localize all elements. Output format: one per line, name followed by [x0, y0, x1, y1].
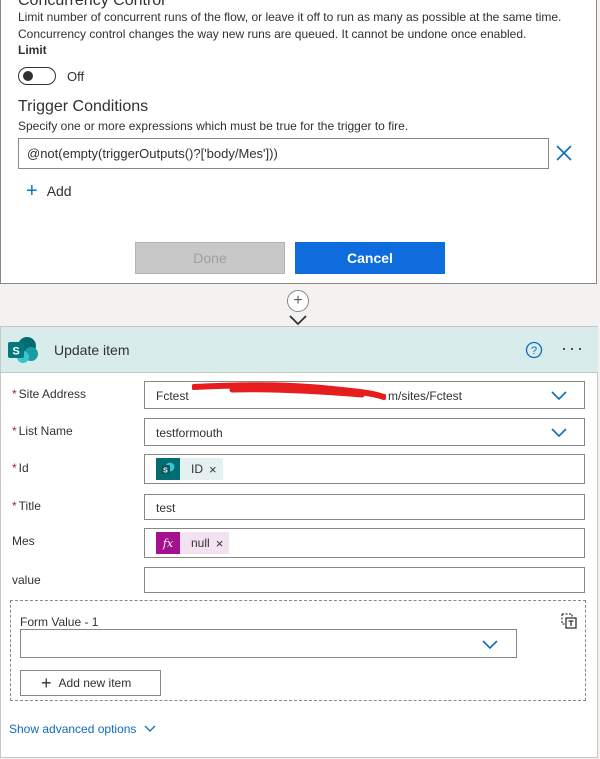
- cancel-button[interactable]: Cancel: [295, 242, 445, 274]
- list-name-value: testformouth: [156, 426, 223, 440]
- close-icon[interactable]: [554, 143, 574, 163]
- mes-token[interactable]: fx null ×: [156, 532, 230, 554]
- action-header[interactable]: S Update item ? ···: [1, 327, 598, 373]
- id-token[interactable]: S ID ×: [156, 458, 223, 480]
- trigger-conditions-description: Specify one or more expressions which mu…: [18, 119, 409, 133]
- value-label: value: [12, 573, 41, 587]
- svg-text:?: ?: [531, 345, 537, 357]
- chevron-down-icon[interactable]: [482, 638, 498, 650]
- site-address-value: Fctest: [156, 389, 189, 403]
- settings-panel: Concurrency Control Limit number of conc…: [0, 0, 597, 284]
- show-advanced-options-link[interactable]: Show advanced options: [9, 722, 156, 736]
- dynamic-content-toggle-icon[interactable]: [560, 612, 578, 630]
- chevron-down-icon: [144, 725, 156, 732]
- form-value-select[interactable]: [20, 629, 517, 658]
- toggle-knob: [23, 71, 33, 81]
- id-token-label: ID: [191, 462, 203, 476]
- list-name-label: * List Name: [12, 424, 73, 438]
- mes-field[interactable]: fx null ×: [144, 528, 585, 558]
- limit-toggle[interactable]: [18, 67, 56, 85]
- site-address-value-suffix: m/sites/Fctest: [388, 389, 463, 403]
- chevron-down-icon[interactable]: [551, 426, 567, 438]
- action-title: Update item: [54, 342, 130, 358]
- insert-step-button[interactable]: +: [287, 290, 309, 312]
- title-field[interactable]: test: [144, 494, 585, 520]
- svg-text:S: S: [12, 346, 19, 358]
- add-condition-label: Add: [46, 183, 72, 199]
- sharepoint-icon: S: [156, 458, 180, 480]
- list-name-field[interactable]: testformouth: [144, 418, 585, 446]
- help-icon[interactable]: ?: [525, 341, 543, 359]
- remove-token-icon[interactable]: ×: [209, 462, 217, 477]
- remove-token-icon[interactable]: ×: [216, 536, 224, 551]
- limit-toggle-state: Off: [67, 69, 85, 84]
- more-options-menu[interactable]: ···: [561, 338, 585, 359]
- trigger-condition-input[interactable]: @not(empty(triggerOutputs()?['body/Mes']…: [18, 138, 549, 169]
- plus-icon: +: [26, 180, 38, 202]
- id-field[interactable]: S ID ×: [144, 454, 585, 484]
- advanced-options-label: Show advanced options: [9, 722, 137, 736]
- plus-icon: +: [293, 292, 303, 309]
- add-new-item-label: Add new item: [58, 676, 132, 690]
- svg-text:S: S: [163, 468, 168, 475]
- id-label: * Id: [12, 461, 29, 475]
- done-button[interactable]: Done: [135, 242, 285, 274]
- title-label: * Title: [12, 499, 41, 513]
- site-address-label: * Site Address: [12, 387, 87, 401]
- concurrency-control-description: Limit number of concurrent runs of the f…: [18, 10, 562, 41]
- plus-icon: +: [41, 673, 52, 693]
- value-field[interactable]: [144, 567, 585, 593]
- title-value: test: [156, 501, 176, 515]
- mes-token-label: null: [191, 536, 210, 550]
- chevron-down-icon[interactable]: [551, 389, 567, 401]
- limit-label: Limit: [18, 43, 47, 57]
- function-icon: fx: [156, 532, 180, 554]
- mes-label: Mes: [12, 534, 35, 548]
- add-new-item-button[interactable]: + Add new item: [20, 670, 161, 696]
- form-value-label: Form Value - 1: [20, 615, 99, 629]
- redaction-mark: [192, 382, 386, 400]
- sharepoint-icon: S: [7, 336, 39, 364]
- form-value-group: Form Value - 1 + Add new item: [10, 600, 586, 701]
- add-condition-button[interactable]: + Add: [26, 181, 72, 201]
- trigger-conditions-title: Trigger Conditions: [18, 98, 149, 115]
